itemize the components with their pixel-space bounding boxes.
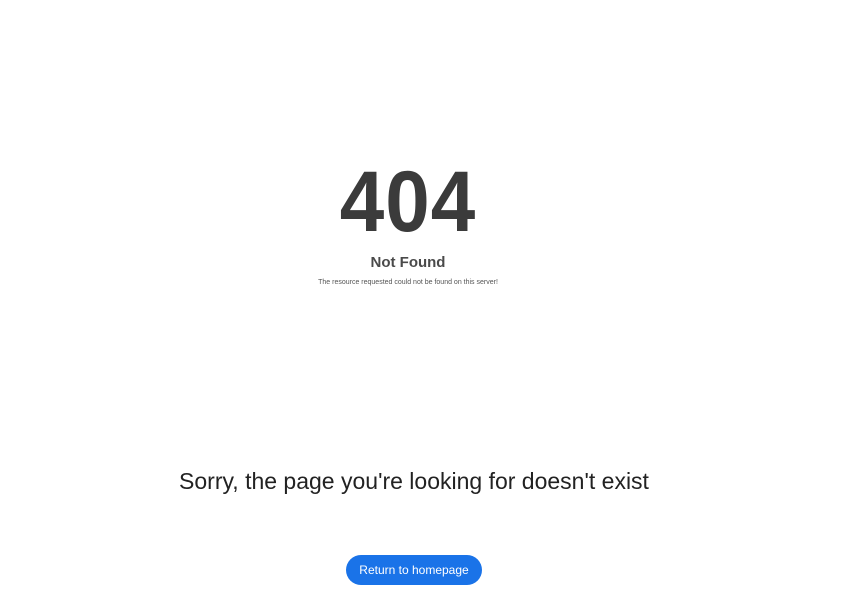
return-to-homepage-button[interactable]: Return to homepage bbox=[346, 555, 482, 585]
error-block: 404 Not Found The resource requested cou… bbox=[0, 153, 816, 287]
error-title: Not Found bbox=[370, 254, 446, 271]
error-page: 404 Not Found The resource requested cou… bbox=[0, 0, 852, 600]
error-code: 404 bbox=[339, 153, 477, 250]
not-found-message: Sorry, the page you're looking for doesn… bbox=[179, 468, 649, 494]
error-description: The resource requested could not be foun… bbox=[318, 279, 498, 286]
